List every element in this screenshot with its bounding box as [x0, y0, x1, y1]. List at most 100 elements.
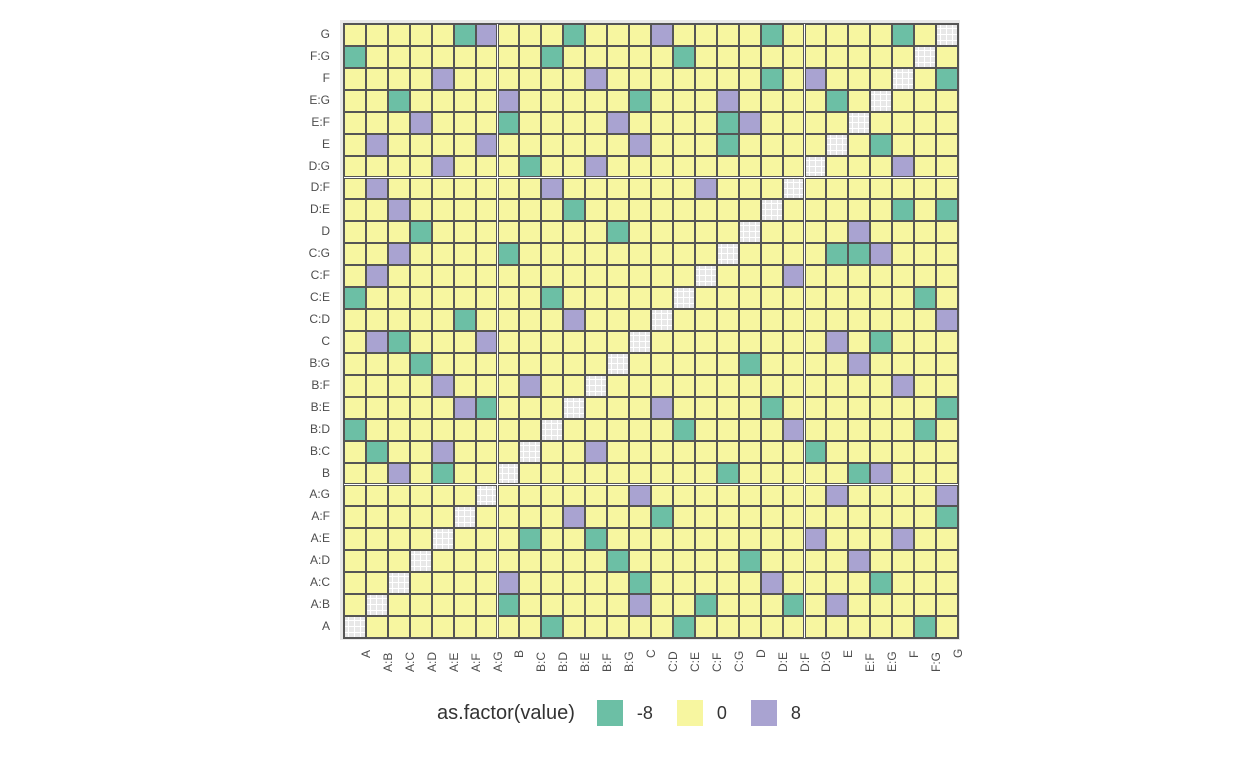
heatmap-cell	[454, 112, 476, 134]
heatmap-cell	[717, 265, 739, 287]
heatmap-cell	[805, 199, 827, 221]
heatmap-cell	[717, 419, 739, 441]
heatmap-cell	[739, 506, 761, 528]
heatmap-cell	[541, 485, 563, 507]
legend-label-0: 0	[717, 703, 727, 724]
heatmap-cell	[761, 419, 783, 441]
heatmap-cell	[651, 287, 673, 309]
heatmap-cell	[629, 134, 651, 156]
heatmap-cell	[519, 178, 541, 200]
heatmap-cell	[870, 309, 892, 331]
heatmap-cell	[519, 506, 541, 528]
heatmap-cell	[607, 112, 629, 134]
heatmap-cell	[826, 506, 848, 528]
heatmap-cell	[673, 441, 695, 463]
heatmap-cell	[761, 199, 783, 221]
heatmap-cell	[476, 243, 498, 265]
heatmap-cell	[366, 134, 388, 156]
heatmap-cell	[607, 441, 629, 463]
heatmap-cell	[761, 68, 783, 90]
heatmap-cell	[366, 506, 388, 528]
heatmap-cell	[673, 506, 695, 528]
heatmap-cell	[892, 397, 914, 419]
heatmap-cell	[498, 616, 520, 638]
heatmap-cell	[410, 375, 432, 397]
y-tick-label: A:G	[309, 487, 330, 501]
heatmap-cell	[607, 397, 629, 419]
heatmap-cell	[519, 134, 541, 156]
heatmap-cell	[739, 265, 761, 287]
heatmap-cell	[476, 265, 498, 287]
heatmap-cell	[695, 243, 717, 265]
heatmap-cell	[498, 550, 520, 572]
heatmap-cell	[848, 156, 870, 178]
heatmap-cell	[805, 46, 827, 68]
heatmap-cell	[410, 46, 432, 68]
heatmap-cell	[476, 528, 498, 550]
heatmap-cell	[432, 265, 454, 287]
heatmap-cell	[476, 485, 498, 507]
heatmap-cell	[366, 572, 388, 594]
x-tick-label: F:G	[929, 652, 943, 672]
heatmap-cell	[892, 331, 914, 353]
heatmap-cell	[805, 572, 827, 594]
heatmap-cell	[805, 375, 827, 397]
heatmap-cell	[848, 594, 870, 616]
heatmap-cell	[498, 24, 520, 46]
heatmap-cell	[519, 199, 541, 221]
heatmap-cell	[936, 419, 958, 441]
heatmap-cell	[607, 265, 629, 287]
heatmap-cell	[783, 397, 805, 419]
y-tick-label: C:D	[309, 312, 330, 326]
heatmap-cell	[914, 134, 936, 156]
heatmap-cell	[476, 309, 498, 331]
heatmap-cell	[476, 134, 498, 156]
heatmap-cell	[541, 265, 563, 287]
heatmap-cell	[563, 375, 585, 397]
heatmap-cell	[892, 309, 914, 331]
heatmap-cell	[717, 90, 739, 112]
heatmap-cell	[366, 46, 388, 68]
heatmap-cell	[476, 68, 498, 90]
heatmap-cell	[366, 265, 388, 287]
heatmap-cell	[519, 46, 541, 68]
heatmap-cell	[805, 178, 827, 200]
heatmap-cell	[519, 397, 541, 419]
heatmap-cell	[519, 287, 541, 309]
heatmap-cell	[454, 419, 476, 441]
heatmap-cell	[585, 243, 607, 265]
heatmap-cell	[498, 287, 520, 309]
heatmap-cell	[585, 134, 607, 156]
heatmap-cell	[432, 199, 454, 221]
heatmap-cell	[651, 550, 673, 572]
heatmap-cell	[366, 463, 388, 485]
x-tick-label: A:D	[425, 652, 439, 672]
heatmap-cell	[388, 594, 410, 616]
heatmap-cell	[826, 353, 848, 375]
heatmap-cell	[870, 550, 892, 572]
heatmap-cell	[870, 178, 892, 200]
heatmap-cell	[848, 287, 870, 309]
heatmap-cell	[629, 46, 651, 68]
y-tick-label: E	[322, 137, 330, 151]
heatmap-cell	[476, 46, 498, 68]
heatmap-cell	[914, 309, 936, 331]
heatmap-cell	[739, 353, 761, 375]
heatmap-cell	[651, 485, 673, 507]
heatmap-cell	[476, 441, 498, 463]
heatmap-cell	[761, 506, 783, 528]
heatmap-cell	[432, 287, 454, 309]
heatmap-cell	[717, 112, 739, 134]
heatmap-cell	[432, 221, 454, 243]
heatmap-cell	[870, 134, 892, 156]
heatmap-cell	[585, 221, 607, 243]
heatmap-cell	[783, 594, 805, 616]
heatmap-cell	[519, 616, 541, 638]
heatmap-cell	[695, 353, 717, 375]
heatmap-cell	[344, 550, 366, 572]
heatmap-cell	[805, 112, 827, 134]
heatmap-cell	[541, 243, 563, 265]
heatmap-cell	[761, 243, 783, 265]
heatmap-cell	[848, 24, 870, 46]
heatmap-cell	[826, 594, 848, 616]
